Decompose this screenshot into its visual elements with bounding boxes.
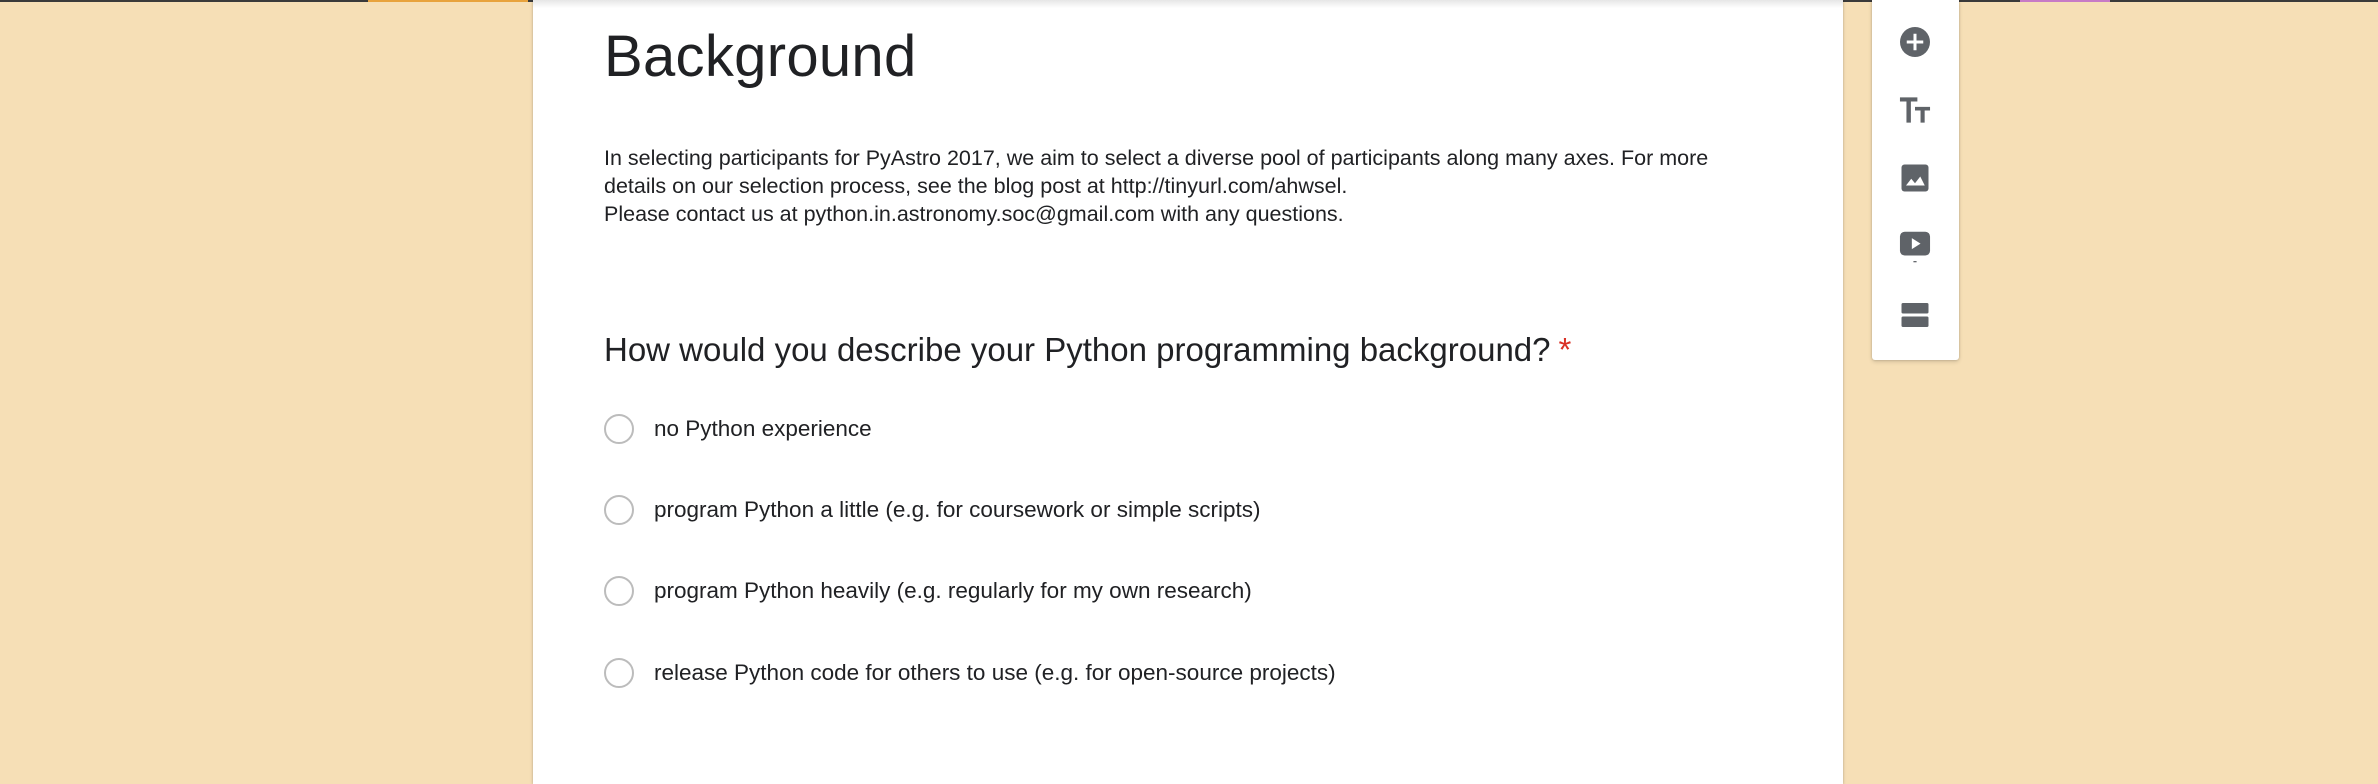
question-text: How would you describe your Python progr…	[604, 331, 1551, 368]
radio-option[interactable]: program Python a little (e.g. for course…	[604, 490, 1260, 530]
form-section-card[interactable]: Background In selecting participants for…	[533, 0, 1843, 784]
add-question-button[interactable]	[1892, 19, 1938, 65]
video-icon	[1899, 231, 1931, 263]
radio-option[interactable]: program Python heavily (e.g. regularly f…	[604, 571, 1252, 611]
top-edge-highlight	[368, 0, 528, 2]
section-icon	[1901, 303, 1929, 327]
radio-option-label: program Python a little (e.g. for course…	[654, 497, 1261, 522]
radio-option[interactable]: release Python code for others to use (e…	[604, 653, 1336, 693]
floating-toolbar	[1872, 0, 1959, 360]
section-description-line: In selecting participants for PyAstro 20…	[604, 146, 1709, 170]
radio-option-label: no Python experience	[654, 416, 872, 441]
section-description-line: details on our selection process, see th…	[604, 174, 1348, 198]
section-title[interactable]: Background	[604, 22, 917, 92]
radio-button[interactable]	[604, 658, 634, 688]
section-description-line: Please contact us at python.in.astronomy…	[604, 202, 1344, 226]
card-top-shadow	[533, 0, 1843, 8]
question-title[interactable]: How would you describe your Python progr…	[604, 328, 1571, 372]
radio-option[interactable]: no Python experience	[604, 409, 872, 449]
radio-button[interactable]	[604, 576, 634, 606]
add-section-button[interactable]	[1892, 292, 1938, 338]
title-text-icon	[1899, 97, 1931, 123]
top-edge-highlight	[2020, 0, 2110, 2]
add-video-button[interactable]	[1892, 223, 1938, 269]
required-asterisk: *	[1558, 331, 1572, 368]
radio-button[interactable]	[604, 414, 634, 444]
add-image-button[interactable]	[1892, 155, 1938, 201]
radio-option-label: program Python heavily (e.g. regularly f…	[654, 578, 1252, 603]
radio-option-label: release Python code for others to use (e…	[654, 660, 1336, 685]
section-description[interactable]: In selecting participants for PyAstro 20…	[604, 144, 1784, 228]
add-circle-icon	[1900, 27, 1930, 57]
image-icon	[1901, 164, 1929, 192]
add-title-button[interactable]	[1892, 87, 1938, 133]
radio-button[interactable]	[604, 495, 634, 525]
